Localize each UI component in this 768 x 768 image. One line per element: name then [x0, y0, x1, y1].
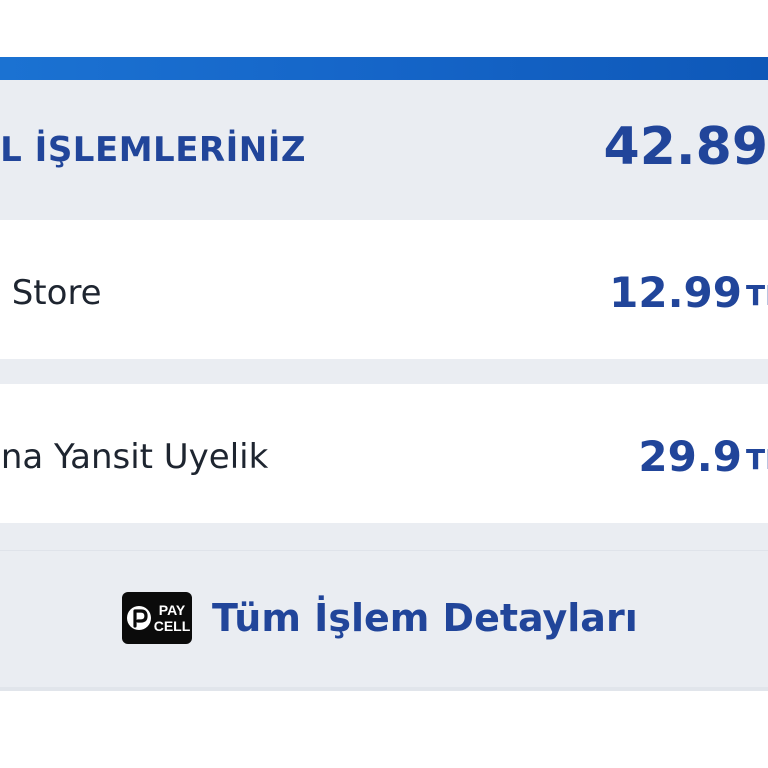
accent-bar	[0, 57, 768, 80]
row-separator	[0, 359, 768, 384]
paycell-logo-icon: PAY CELL	[122, 592, 192, 644]
logo-text-bottom: CELL	[154, 618, 191, 634]
transaction-row[interactable]: e Store 12.99 TL	[0, 220, 768, 359]
all-transaction-details-link[interactable]: Tüm İşlem Detayları	[212, 597, 638, 640]
transaction-currency: TL	[746, 446, 768, 474]
summary-total: 42.89	[603, 117, 768, 177]
transaction-currency: TL	[746, 282, 768, 310]
transaction-row[interactable]: ana Yansit Uyelik 29.9 TL	[0, 384, 768, 523]
transaction-name: ana Yansit Uyelik	[0, 437, 269, 477]
summary-title: LL İŞLEMLERİNİZ	[0, 130, 307, 170]
page: LL İŞLEMLERİNİZ 42.89 e Store 12.99 TL a…	[0, 0, 768, 768]
logo-text-top: PAY	[159, 602, 186, 618]
transaction-amount: 29.9	[638, 432, 742, 481]
row-separator	[0, 523, 768, 550]
divider	[0, 687, 768, 691]
transaction-name: e Store	[0, 273, 102, 313]
transaction-amount: 12.99	[609, 268, 742, 317]
